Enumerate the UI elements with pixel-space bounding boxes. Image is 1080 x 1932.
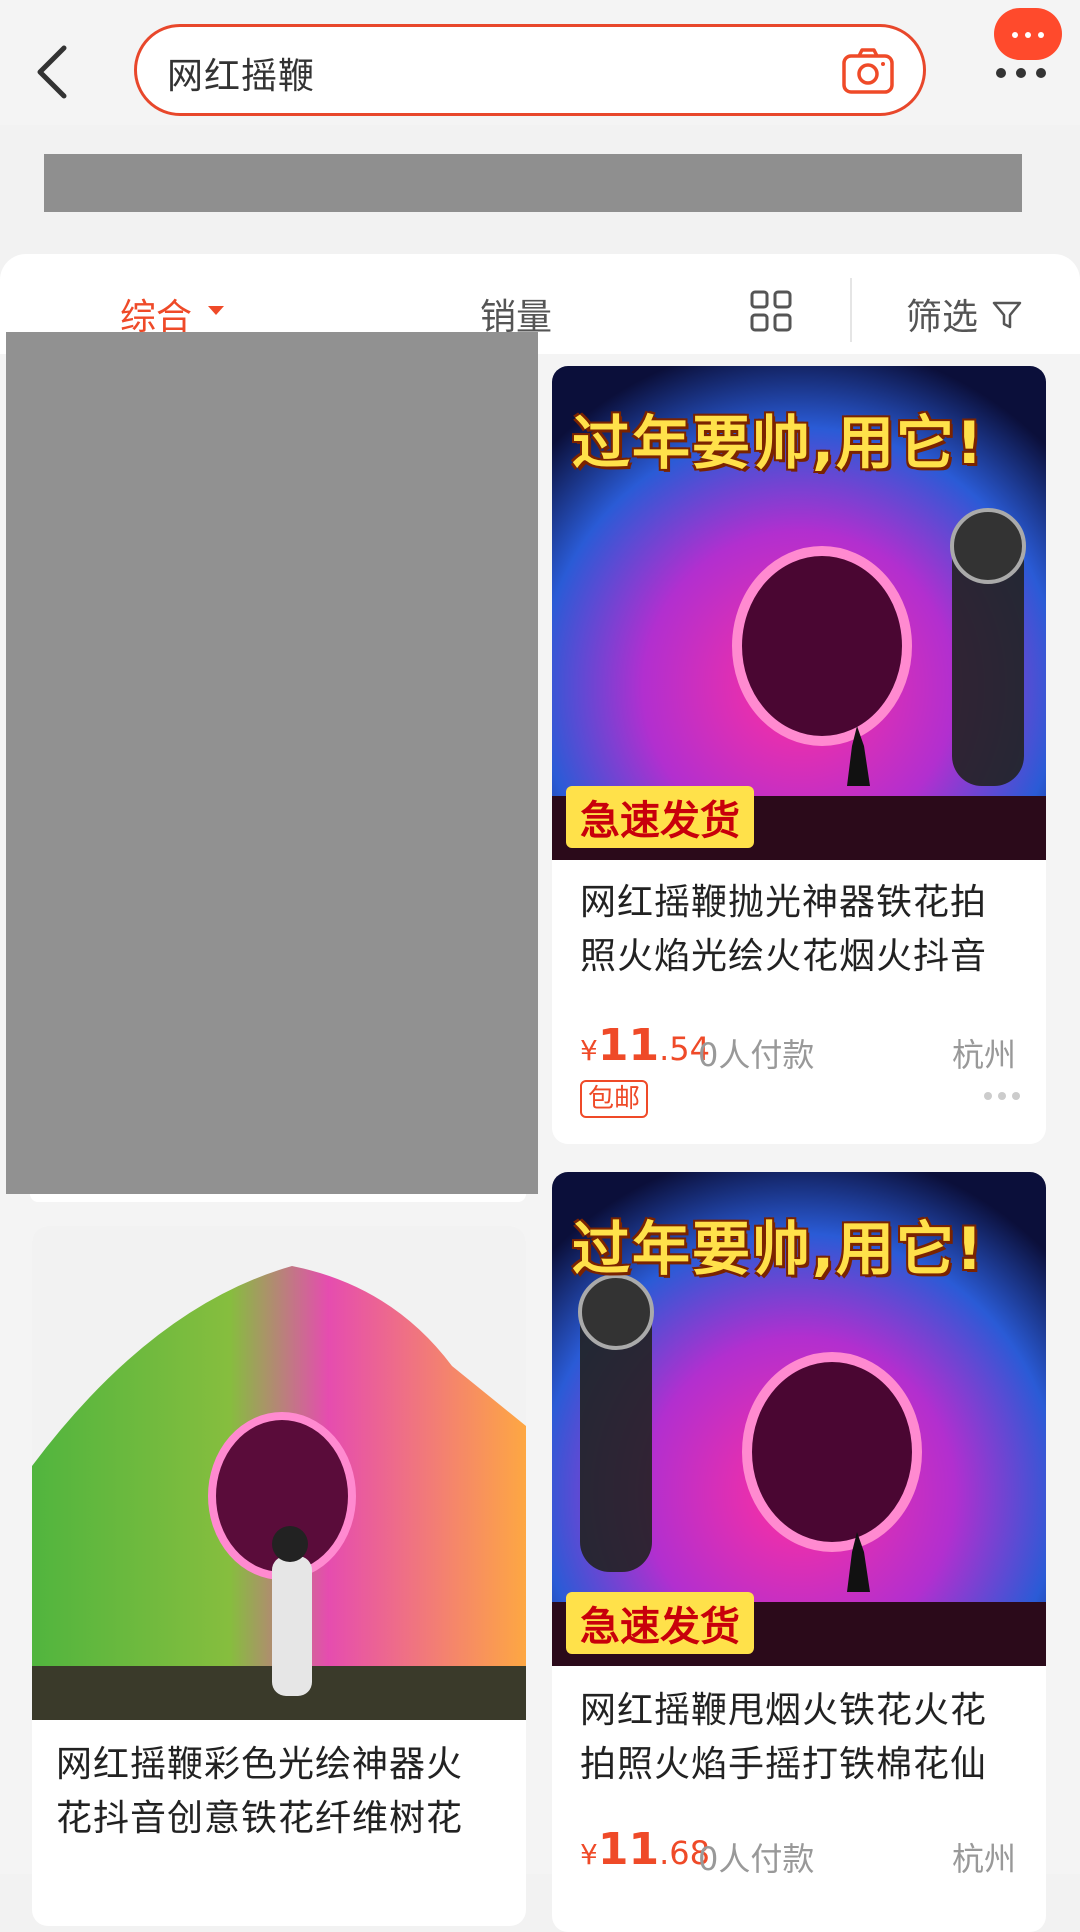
redacted-banner (44, 154, 1022, 212)
price-symbol: ¥ (580, 1034, 598, 1067)
product-title-line2: 照火焰光绘火花烟火抖音 (580, 936, 988, 977)
product-card[interactable]: 网红摇鞭彩色光绘神器火 花抖音创意铁花纤维树花 (32, 1226, 526, 1926)
camera-icon[interactable] (841, 47, 895, 95)
product-image[interactable]: 过年要帅,用它! 急速发货 (552, 1172, 1046, 1666)
free-shipping-tag: 包邮 (580, 1080, 649, 1118)
more-options-icon[interactable] (992, 66, 1050, 80)
price-integer: 11 (597, 1824, 660, 1875)
sales-count: 0人付款 (698, 1036, 815, 1074)
product-card[interactable]: 过年要帅,用它! 急速发货 网红摇鞭抛光神器铁花拍 照火焰光绘火花烟火抖音 ¥1… (552, 366, 1046, 1144)
product-title-line1: 网红摇鞭彩色光绘神器火 (56, 1744, 464, 1785)
colorful-sparks-photo (32, 1226, 526, 1720)
card-edge (30, 1194, 526, 1202)
shipping-location: 杭州 (952, 1036, 1017, 1074)
product-price: ¥11.68 (580, 1824, 710, 1875)
product-title-line1: 网红摇鞭甩烟火铁花火花 (580, 1690, 988, 1731)
promo-headline: 过年要帅,用它! (572, 409, 985, 477)
product-price: ¥11.54 (580, 1020, 710, 1071)
product-image[interactable] (32, 1226, 526, 1720)
message-icon[interactable] (994, 8, 1062, 60)
product-card[interactable]: 过年要帅,用它! 急速发货 网红摇鞭甩烟火铁花火花 拍照火焰手摇打铁棉花仙 ¥1… (552, 1172, 1046, 1932)
price-symbol: ¥ (580, 1838, 598, 1871)
fast-shipping-badge: 急速发货 (566, 786, 754, 848)
product-title-line2: 花抖音创意铁花纤维树花 (56, 1798, 464, 1839)
product-title-line2: 拍照火焰手摇打铁棉花仙 (580, 1744, 988, 1785)
back-icon[interactable] (28, 40, 84, 104)
more-icon[interactable] (984, 1092, 1022, 1102)
layout-toggle-icon[interactable] (750, 290, 792, 332)
redacted-product-card[interactable] (6, 332, 538, 1194)
filter-divider (850, 278, 852, 342)
sales-count: 0人付款 (698, 1840, 815, 1878)
product-title-line1: 网红摇鞭抛光神器铁花拍 (580, 882, 988, 923)
product-image[interactable]: 过年要帅,用它! 急速发货 (552, 366, 1046, 860)
filter-icon[interactable] (992, 300, 1022, 330)
sort-caret-icon (208, 306, 224, 315)
filter-button[interactable]: 筛选 (906, 288, 978, 340)
price-integer: 11 (597, 1020, 660, 1071)
fast-shipping-badge: 急速发货 (566, 1592, 754, 1654)
search-query-text: 网红摇鞭 (167, 56, 316, 97)
shipping-location: 杭州 (952, 1840, 1017, 1878)
search-input[interactable]: 网红摇鞭 (134, 24, 926, 116)
promo-headline: 过年要帅,用它! (572, 1215, 985, 1283)
